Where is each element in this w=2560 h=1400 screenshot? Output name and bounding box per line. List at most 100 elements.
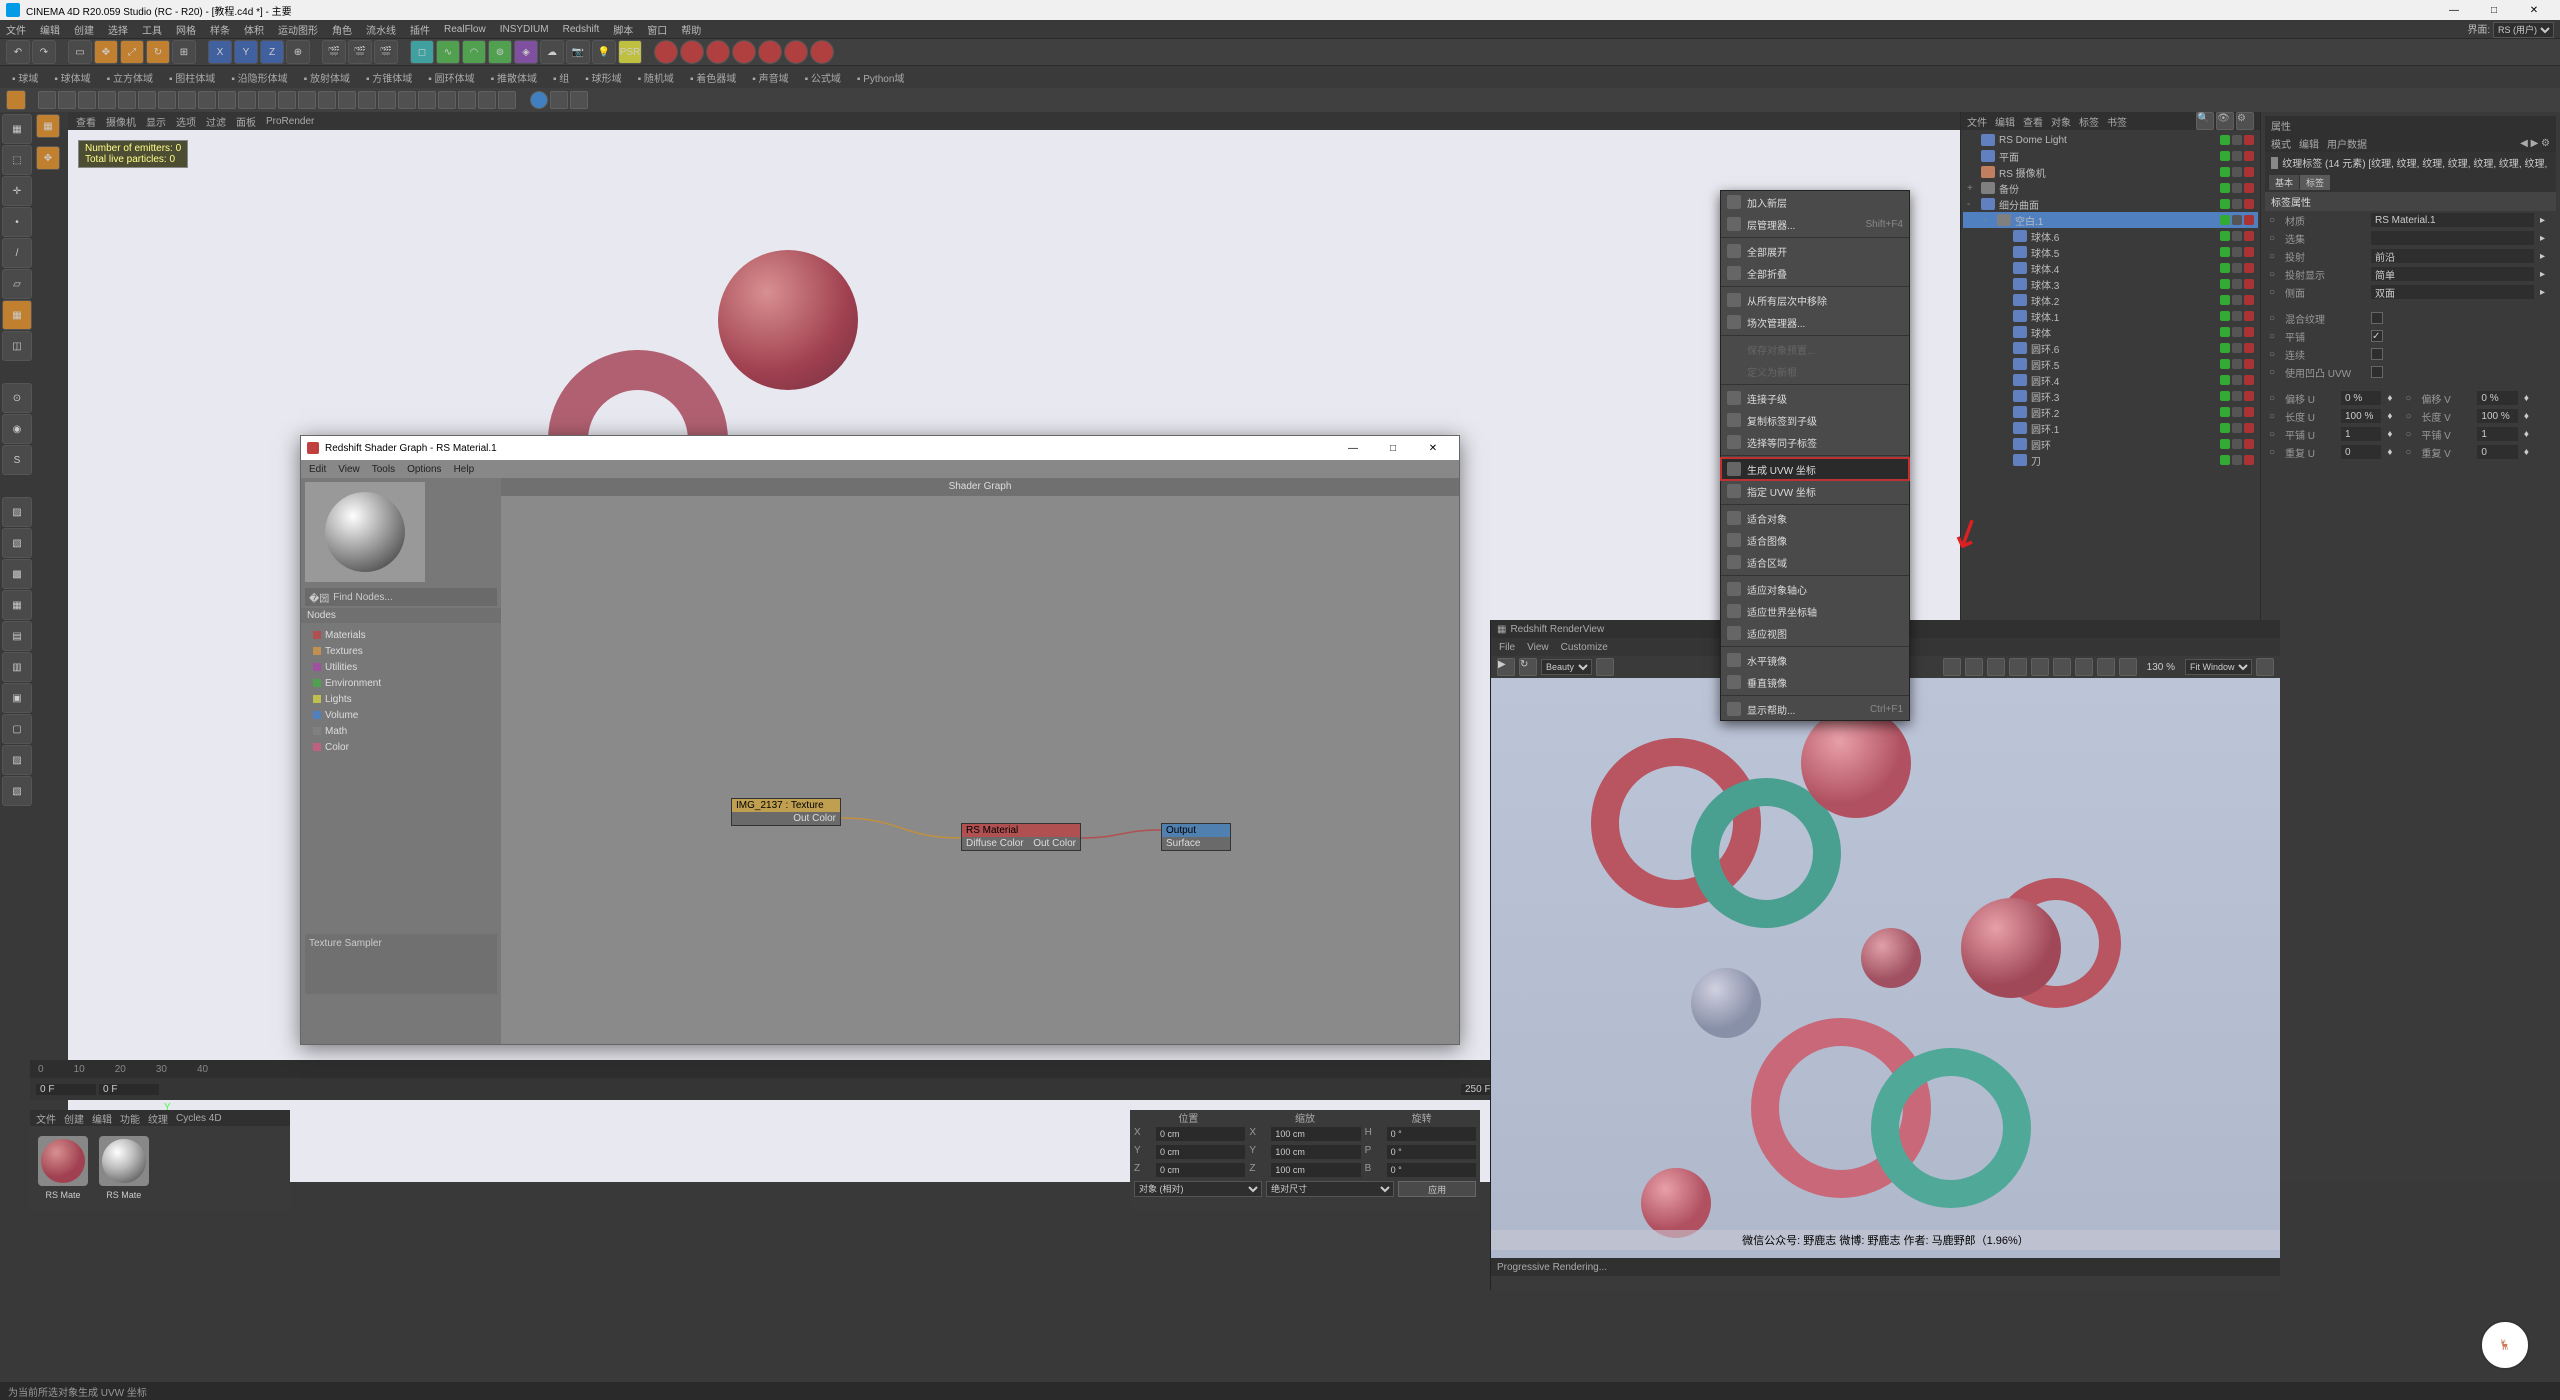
rs-button-6[interactable] bbox=[784, 40, 808, 64]
rv-stop-button[interactable]: ↻ bbox=[1519, 658, 1537, 676]
menu-item[interactable]: 创建 bbox=[74, 22, 94, 37]
rs-button-4[interactable] bbox=[732, 40, 756, 64]
shader-search-input[interactable]: �圀Find Nodes... bbox=[305, 588, 497, 606]
objmgr-tab[interactable]: 书签 bbox=[2107, 114, 2127, 129]
field-button[interactable]: ▪ 公式域 bbox=[799, 70, 847, 85]
attr-value[interactable]: 前沿 bbox=[2371, 249, 2534, 263]
axis-mode[interactable]: ✛ bbox=[2, 176, 32, 206]
attr-value[interactable]: RS Material.1 bbox=[2371, 213, 2534, 227]
coord-value[interactable]: 0 ° bbox=[1387, 1127, 1476, 1141]
context-menu-item[interactable]: 适应世界坐标轴 bbox=[1721, 600, 1909, 622]
window-close-button[interactable]: ✕ bbox=[2514, 0, 2554, 20]
context-menu-item[interactable]: 指定 UVW 坐标 bbox=[1721, 480, 1909, 502]
active-tool-icon[interactable]: ▦ bbox=[36, 114, 60, 138]
field-button[interactable]: ▪ 放射体域 bbox=[298, 70, 356, 85]
tex-icon[interactable]: ▩ bbox=[2, 559, 32, 589]
objmgr-tab[interactable]: 标签 bbox=[2079, 114, 2099, 129]
node-category[interactable]: Environment bbox=[305, 675, 497, 691]
menu-item[interactable]: 流水线 bbox=[366, 22, 396, 37]
mat-tab[interactable]: 创建 bbox=[64, 1111, 84, 1126]
context-menu-item[interactable]: 全部展开 bbox=[1721, 240, 1909, 262]
tex-icon[interactable]: ▣ bbox=[2, 683, 32, 713]
camera-object[interactable]: 📷 bbox=[566, 40, 590, 64]
shader-maximize[interactable]: □ bbox=[1373, 438, 1413, 458]
rv-tool-icon[interactable] bbox=[2075, 658, 2093, 676]
tool-icon[interactable] bbox=[318, 91, 336, 109]
context-menu-item[interactable]: 场次管理器... bbox=[1721, 311, 1909, 333]
attr-tab[interactable]: 用户数据 bbox=[2327, 136, 2367, 151]
move-tool[interactable]: ✥ bbox=[94, 40, 118, 64]
checkbox[interactable]: ✓ bbox=[2371, 330, 2383, 342]
viewport-menu-item[interactable]: ProRender bbox=[266, 116, 314, 127]
menu-item[interactable]: 运动图形 bbox=[278, 22, 318, 37]
mat-tab[interactable]: 文件 bbox=[36, 1111, 56, 1126]
window-minimize-button[interactable]: — bbox=[2434, 0, 2474, 20]
rv-tool-icon[interactable] bbox=[1965, 658, 1983, 676]
menu-item[interactable]: 脚本 bbox=[613, 22, 633, 37]
attr-value[interactable] bbox=[2371, 231, 2534, 245]
shader-graph-window[interactable]: Redshift Shader Graph - RS Material.1 — … bbox=[300, 435, 1460, 1045]
mat-tab[interactable]: 纹理 bbox=[148, 1111, 168, 1126]
menu-item[interactable]: 编辑 bbox=[40, 22, 60, 37]
node-category[interactable]: Lights bbox=[305, 691, 497, 707]
mat-tab[interactable]: 编辑 bbox=[92, 1111, 112, 1126]
tool-icon[interactable] bbox=[378, 91, 396, 109]
scale-tool[interactable]: ⤢ bbox=[120, 40, 144, 64]
scale-mode-select[interactable]: 绝对尺寸 bbox=[1266, 1181, 1394, 1197]
environment-object[interactable]: ☁ bbox=[540, 40, 564, 64]
coord-value[interactable]: 100 cm bbox=[1271, 1163, 1360, 1177]
coord-system[interactable]: ⊕ bbox=[286, 40, 310, 64]
coord-value[interactable]: 0 cm bbox=[1156, 1163, 1245, 1177]
coord-value[interactable]: 0 ° bbox=[1387, 1145, 1476, 1159]
objmgr-tab[interactable]: 文件 bbox=[1967, 114, 1987, 129]
attr-value[interactable]: 简单 bbox=[2371, 267, 2534, 281]
rv-tool-icon[interactable] bbox=[2053, 658, 2071, 676]
tool-icon[interactable] bbox=[98, 91, 116, 109]
tree-row[interactable]: 球体.3 bbox=[1963, 276, 2258, 292]
menu-item[interactable]: 样条 bbox=[210, 22, 230, 37]
field-button[interactable]: ▪ 组 bbox=[547, 70, 575, 85]
context-menu-item[interactable]: 复制标签到子级 bbox=[1721, 409, 1909, 431]
shader-titlebar[interactable]: Redshift Shader Graph - RS Material.1 — … bbox=[301, 436, 1459, 460]
checkbox[interactable] bbox=[2371, 366, 2383, 378]
field-button[interactable]: ▪ 方锥体域 bbox=[360, 70, 418, 85]
context-menu-item[interactable]: 连接子级 bbox=[1721, 387, 1909, 409]
coord-value[interactable]: 0 ° bbox=[1387, 1163, 1476, 1177]
tool-icon[interactable] bbox=[198, 91, 216, 109]
tree-row[interactable]: RS Dome Light bbox=[1963, 132, 2258, 148]
menu-item[interactable]: RealFlow bbox=[444, 24, 486, 35]
texture-node[interactable]: IMG_2137 : Texture Out Color bbox=[731, 798, 841, 826]
render-button[interactable]: 🎬 bbox=[322, 40, 346, 64]
rv-render-button[interactable]: ▶ bbox=[1497, 658, 1515, 676]
context-menu-item[interactable]: 选择等同子标签 bbox=[1721, 431, 1909, 453]
light-object[interactable]: 💡 bbox=[592, 40, 616, 64]
coord-value[interactable]: 100 cm bbox=[1271, 1145, 1360, 1159]
menu-item[interactable]: 网格 bbox=[176, 22, 196, 37]
renderview-canvas[interactable]: 微信公众号: 野鹿志 微博: 野鹿志 作者: 马鹿野郎（1.96%） bbox=[1491, 678, 2280, 1258]
rv-tool-icon[interactable] bbox=[2119, 658, 2137, 676]
context-menu-item[interactable]: 适合区域 bbox=[1721, 551, 1909, 573]
rv-tool-icon[interactable] bbox=[2009, 658, 2027, 676]
checkbox[interactable] bbox=[2371, 348, 2383, 360]
tree-row[interactable]: 球体.6 bbox=[1963, 228, 2258, 244]
field-button[interactable]: ▪ 随机域 bbox=[632, 70, 680, 85]
objmgr-tab[interactable]: 查看 bbox=[2023, 114, 2043, 129]
tree-row[interactable]: 圆环.6 bbox=[1963, 340, 2258, 356]
menu-item[interactable]: 帮助 bbox=[681, 22, 701, 37]
coord-mode-select[interactable]: 对象 (相对) bbox=[1134, 1181, 1262, 1197]
menu-item[interactable]: Redshift bbox=[563, 24, 600, 35]
rv-tool-icon[interactable] bbox=[2256, 658, 2274, 676]
y-axis-lock[interactable]: Y bbox=[234, 40, 258, 64]
viewport-menu-item[interactable]: 过滤 bbox=[206, 114, 226, 129]
tree-row[interactable]: 圆环.4 bbox=[1963, 372, 2258, 388]
snap-icon[interactable]: ◉ bbox=[2, 414, 32, 444]
context-menu-item[interactable]: 垂直镜像 bbox=[1721, 671, 1909, 693]
tool-icon[interactable] bbox=[38, 91, 56, 109]
tree-row[interactable]: 平面 bbox=[1963, 148, 2258, 164]
shader-menu-item[interactable]: Tools bbox=[372, 464, 395, 475]
tree-row[interactable]: 圆环.5 bbox=[1963, 356, 2258, 372]
tree-row[interactable]: 球体.5 bbox=[1963, 244, 2258, 260]
tool-icon[interactable] bbox=[418, 91, 436, 109]
field-button[interactable]: ▪ 推散体域 bbox=[485, 70, 543, 85]
material-slot[interactable]: RS Mate bbox=[99, 1136, 149, 1186]
